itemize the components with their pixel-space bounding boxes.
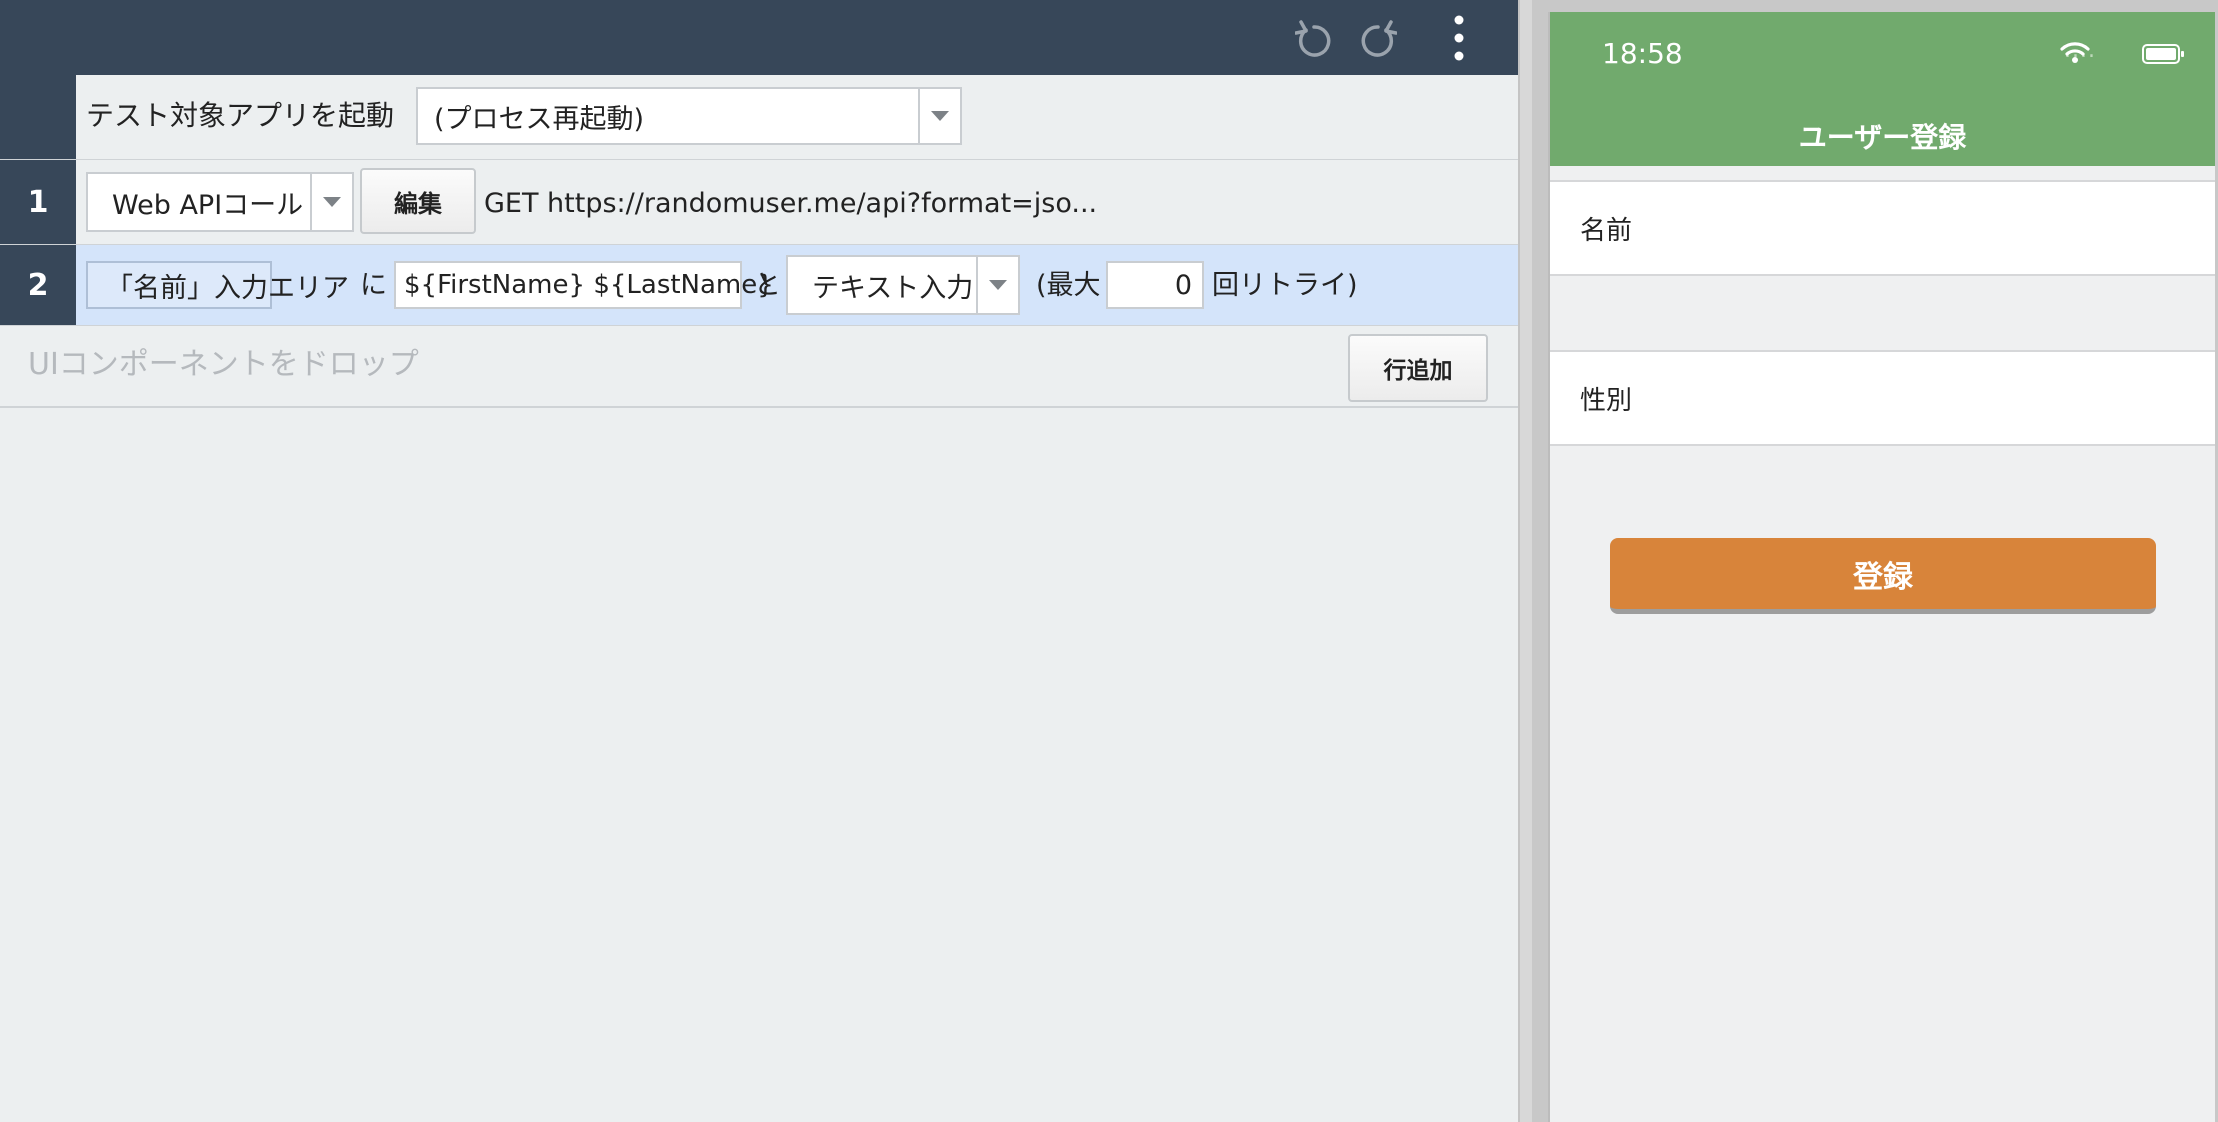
chevron-down-icon[interactable] — [976, 257, 1018, 313]
launch-mode-select[interactable]: (プロセス再起動) — [416, 87, 962, 145]
target-component-label: 「名前」入力エリア — [106, 272, 349, 304]
name-field[interactable]: 名前 — [1550, 180, 2215, 276]
launch-mode-value: (プロセス再起動) — [434, 103, 645, 135]
step-number: 1 — [0, 160, 76, 244]
gender-field-label: 性別 — [1580, 386, 1633, 416]
step-row-1[interactable]: 1 Web APIコール 編集 GET https://randomuser.m… — [0, 160, 1518, 246]
undo-icon[interactable] — [1292, 16, 1336, 60]
chevron-down-icon[interactable] — [310, 174, 352, 230]
retry-count-input[interactable]: 0 — [1106, 261, 1204, 309]
step-number: 2 — [0, 245, 76, 325]
input-action-value: テキスト入力 — [812, 272, 974, 304]
drop-zone-row[interactable]: UIコンポーネントをドロップ 行追加 — [0, 326, 1518, 408]
retry-suffix: 回リトライ) — [1212, 270, 1358, 301]
particle-ni: に — [360, 270, 387, 301]
redo-icon[interactable] — [1356, 16, 1400, 60]
particle-to: と — [754, 270, 781, 301]
edit-button[interactable]: 編集 — [360, 168, 476, 234]
launch-app-label: テスト対象アプリを起動 — [86, 99, 395, 132]
text-value-input[interactable]: ${FirstName} ${LastName} — [394, 261, 774, 309]
more-vertical-icon[interactable] — [1437, 15, 1481, 61]
phone-navbar: 18:58 .... ユーザー登録 — [1550, 12, 2215, 166]
action-select[interactable]: Web APIコール — [86, 172, 354, 232]
script-editor: テスト対象アプリを起動 (プロセス再起動) 1 Web APIコール 編集 GE… — [0, 0, 1518, 1122]
row-number-blank — [0, 75, 76, 159]
register-button[interactable]: 登録 — [1610, 538, 2156, 614]
register-button-label: 登録 — [1853, 559, 1913, 595]
editor-toolbar — [0, 0, 1518, 75]
chevron-down-icon[interactable] — [918, 89, 960, 143]
action-value: Web APIコール — [112, 189, 304, 221]
status-time: 18:58 — [1602, 37, 1683, 70]
device-preview: 18:58 .... ユーザー登録 名前 性別 登録 — [1548, 12, 2215, 1122]
launch-app-row: テスト対象アプリを起動 (プロセス再起動) — [0, 75, 1518, 161]
battery-icon — [2142, 44, 2186, 70]
retry-prefix: (最大 — [1036, 270, 1101, 301]
name-field-label: 名前 — [1580, 216, 1633, 246]
pane-divider[interactable] — [1518, 0, 1532, 1122]
step-row-2[interactable]: 2 「名前」入力エリア に ${FirstName} ${LastName} と… — [0, 245, 1518, 327]
target-component-chip[interactable]: 「名前」入力エリア — [86, 261, 349, 309]
gender-field[interactable]: 性別 — [1550, 350, 2215, 446]
wifi-icon — [2060, 40, 2090, 68]
text-value: ${FirstName} ${LastName} — [404, 270, 774, 300]
input-action-select[interactable]: テキスト入力 — [786, 255, 1020, 315]
add-row-button[interactable]: 行追加 — [1348, 334, 1488, 402]
api-call-summary: GET https://randomuser.me/api?format=jso… — [484, 188, 1098, 219]
drop-placeholder: UIコンポーネントをドロップ — [28, 347, 419, 382]
retry-count: 0 — [1174, 269, 1192, 301]
screen-title: ユーザー登録 — [1798, 121, 1967, 154]
